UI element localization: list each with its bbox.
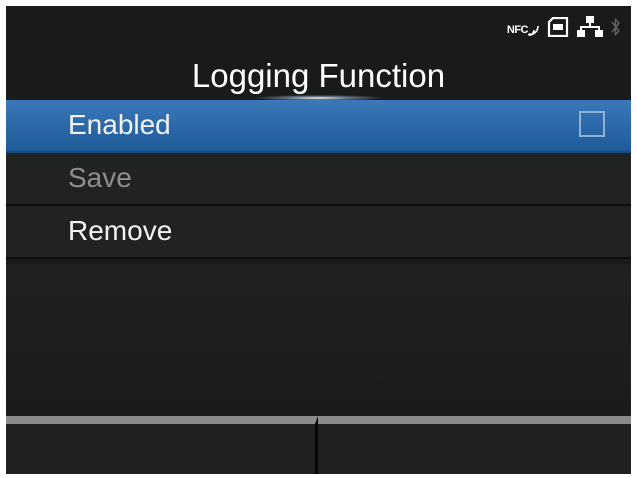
page-title: Logging Function <box>191 57 446 94</box>
enabled-checkbox[interactable] <box>579 111 605 137</box>
bluetooth-icon <box>611 17 621 42</box>
softkey-bar <box>6 416 631 474</box>
nfc-icon: NFC <box>507 22 539 36</box>
status-bar: NFC <box>507 15 621 43</box>
menu-item-remove[interactable]: Remove <box>6 206 631 259</box>
title-area: Logging Function <box>6 48 631 101</box>
empty-list-area <box>6 264 631 416</box>
sd-card-icon <box>547 16 569 42</box>
network-icon <box>577 15 603 43</box>
menu-list: Enabled Save Remove <box>6 100 631 259</box>
nfc-label: NFC <box>506 24 529 36</box>
softkey-right[interactable] <box>318 416 631 474</box>
menu-item-label: Enabled <box>68 109 171 140</box>
menu-item-save[interactable]: Save <box>6 153 631 206</box>
menu-item-label: Save <box>68 162 132 193</box>
menu-item-enabled[interactable]: Enabled <box>6 100 631 153</box>
menu-item-label: Remove <box>68 215 173 246</box>
printer-display: NFC Logging Function Enabled Save Remove <box>6 6 631 474</box>
softkey-left[interactable] <box>6 416 318 474</box>
